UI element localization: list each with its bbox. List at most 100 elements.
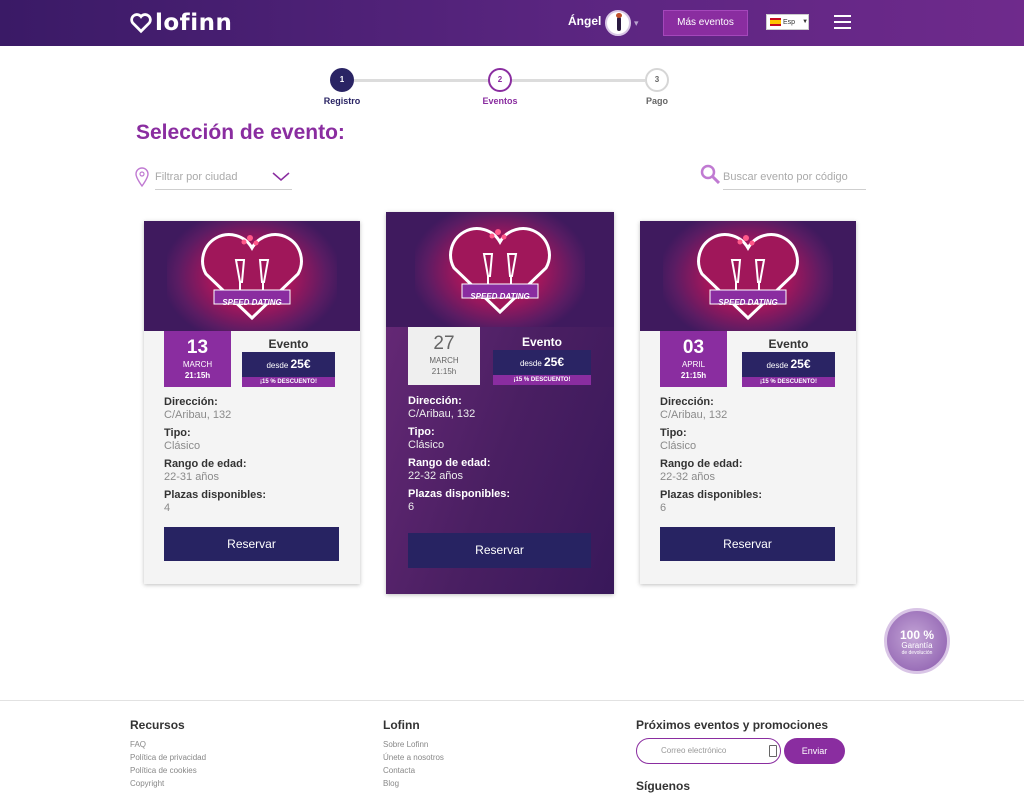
- age-value: 22-31 años: [164, 471, 220, 483]
- price-prefix: desde: [519, 359, 542, 368]
- age-value: 22-32 años: [660, 471, 716, 483]
- discount-badge: ¡15 % DESCUENTO!: [242, 377, 335, 387]
- footer-resources-title: Recursos: [130, 718, 185, 732]
- language-select[interactable]: Esp ▼: [766, 14, 809, 30]
- hamburger-menu-icon[interactable]: [834, 15, 851, 29]
- event-details: Dirección: C/Aribau, 132 Tipo: Clásico R…: [408, 395, 588, 519]
- footer-link-join[interactable]: Únete a nosotros: [383, 751, 444, 764]
- follow-us-title: Síguenos: [636, 779, 691, 793]
- chevron-down-icon[interactable]: ▾: [634, 18, 639, 29]
- price-prefix: desde: [266, 361, 289, 370]
- footer-link-cookies[interactable]: Política de cookies: [130, 764, 206, 777]
- seats-value: 6: [660, 502, 667, 514]
- event-image: SPEED DATING: [386, 212, 614, 327]
- reserve-button[interactable]: Reservar: [408, 533, 591, 568]
- date-badge: 27 MARCH 21:15h: [408, 327, 480, 385]
- type-label: Tipo:: [164, 427, 191, 439]
- seats-label: Plazas disponibles:: [408, 488, 511, 500]
- step-1-label: Registro: [323, 96, 361, 106]
- price-box: desde 25€: [242, 352, 335, 377]
- page-title: Selección de evento:: [136, 121, 345, 144]
- step-1-circle: 1: [330, 68, 354, 92]
- location-pin-icon: [135, 167, 149, 187]
- image-caption: SPEED DATING: [222, 298, 282, 307]
- event-image: SPEED DATING: [640, 221, 856, 331]
- type-value: Clásico: [408, 439, 445, 451]
- step-2-label: Eventos: [482, 96, 518, 106]
- search-icon[interactable]: [700, 164, 720, 184]
- keyboard-icon: [769, 745, 777, 757]
- guarantee-subtext: de devolución: [901, 650, 933, 656]
- footer-link-about[interactable]: Sobre Lofinn: [383, 738, 444, 751]
- type-label: Tipo:: [408, 426, 435, 438]
- date-month: APRIL: [681, 360, 706, 369]
- user-name[interactable]: Ángel: [568, 14, 601, 28]
- image-caption: SPEED DATING: [470, 292, 530, 301]
- date-month: MARCH: [182, 360, 213, 369]
- date-day: 27: [433, 333, 455, 354]
- date-time: 21:15h: [680, 371, 707, 380]
- footer-newsletter-title: Próximos eventos y promociones: [636, 718, 829, 732]
- price-value: 25€: [290, 357, 311, 371]
- address-label: Dirección:: [408, 395, 462, 407]
- price-box: desde 25€: [493, 350, 591, 375]
- logo[interactable]: lofinn: [130, 8, 232, 38]
- reserve-button[interactable]: Reservar: [164, 527, 339, 561]
- age-value: 22-32 años: [408, 470, 464, 482]
- age-label: Rango de edad:: [408, 457, 491, 469]
- discount-badge: ¡15 % DESCUENTO!: [493, 375, 591, 385]
- step-3-label: Pago: [645, 96, 668, 106]
- city-filter-select[interactable]: Filtrar por ciudad: [155, 166, 292, 190]
- send-button[interactable]: Enviar: [784, 738, 845, 764]
- event-title: Evento: [521, 335, 562, 349]
- step-line-1: [354, 79, 489, 82]
- event-image: SPEED DATING: [144, 221, 360, 331]
- footer-newsletter: Próximos eventos y promociones: [636, 718, 828, 738]
- seats-label: Plazas disponibles:: [164, 489, 267, 501]
- address-label: Dirección:: [660, 396, 714, 408]
- price-value: 25€: [790, 357, 811, 371]
- avatar[interactable]: [605, 10, 631, 36]
- address-value: C/Aribau, 132: [164, 409, 232, 421]
- date-day: 13: [186, 337, 209, 358]
- footer-link-privacy[interactable]: Política de privacidad: [130, 751, 206, 764]
- event-code-search-input[interactable]: Buscar evento por código: [723, 166, 866, 190]
- reserve-button[interactable]: Reservar: [660, 527, 835, 561]
- event-title: Evento: [268, 337, 309, 351]
- footer-link-blog[interactable]: Blog: [383, 777, 444, 790]
- top-header: lofinn Ángel ▾ Más eventos Esp ▼: [0, 0, 1024, 46]
- seats-value: 4: [164, 502, 171, 514]
- caret-down-icon: ▼: [802, 19, 809, 25]
- step-line-2: [512, 79, 645, 82]
- guarantee-text: Garantía: [901, 641, 933, 650]
- event-title: Evento: [768, 337, 809, 351]
- footer-link-faq[interactable]: FAQ: [130, 738, 206, 751]
- address-value: C/Aribau, 132: [660, 409, 728, 421]
- type-value: Clásico: [660, 440, 697, 452]
- date-badge: 03 APRIL 21:15h: [660, 331, 727, 387]
- footer: Recursos FAQ Política de privacidad Polí…: [0, 700, 1024, 796]
- speed-dating-heart-icon: [201, 233, 303, 321]
- event-card-3: SPEED DATING 03 APRIL 21:15h Evento desd…: [640, 221, 856, 584]
- speed-dating-heart-icon: [449, 226, 551, 314]
- seats-label: Plazas disponibles:: [660, 489, 763, 501]
- language-label: Esp: [783, 18, 796, 26]
- guarantee-badge: 100 % Garantía de devolución: [884, 608, 950, 674]
- newsletter-email-input[interactable]: Correo electrónico: [636, 738, 781, 764]
- age-label: Rango de edad:: [660, 458, 743, 470]
- guarantee-percent: 100 %: [899, 628, 935, 642]
- type-value: Clásico: [164, 440, 201, 452]
- address-label: Dirección:: [164, 396, 218, 408]
- address-value: C/Aribau, 132: [408, 408, 476, 420]
- chevron-down-icon: [272, 172, 290, 181]
- footer-link-copyright[interactable]: Copyright: [130, 777, 206, 790]
- more-events-button[interactable]: Más eventos: [663, 10, 748, 36]
- type-label: Tipo:: [660, 427, 687, 439]
- date-time: 21:15h: [431, 367, 457, 376]
- city-filter-placeholder: Filtrar por ciudad: [155, 171, 238, 183]
- event-details: Dirección: C/Aribau, 132 Tipo: Clásico R…: [164, 396, 344, 520]
- price-value: 25€: [544, 355, 565, 369]
- footer-link-contact[interactable]: Contacta: [383, 764, 444, 777]
- seats-value: 6: [408, 501, 415, 513]
- heart-logo-icon: [130, 13, 152, 34]
